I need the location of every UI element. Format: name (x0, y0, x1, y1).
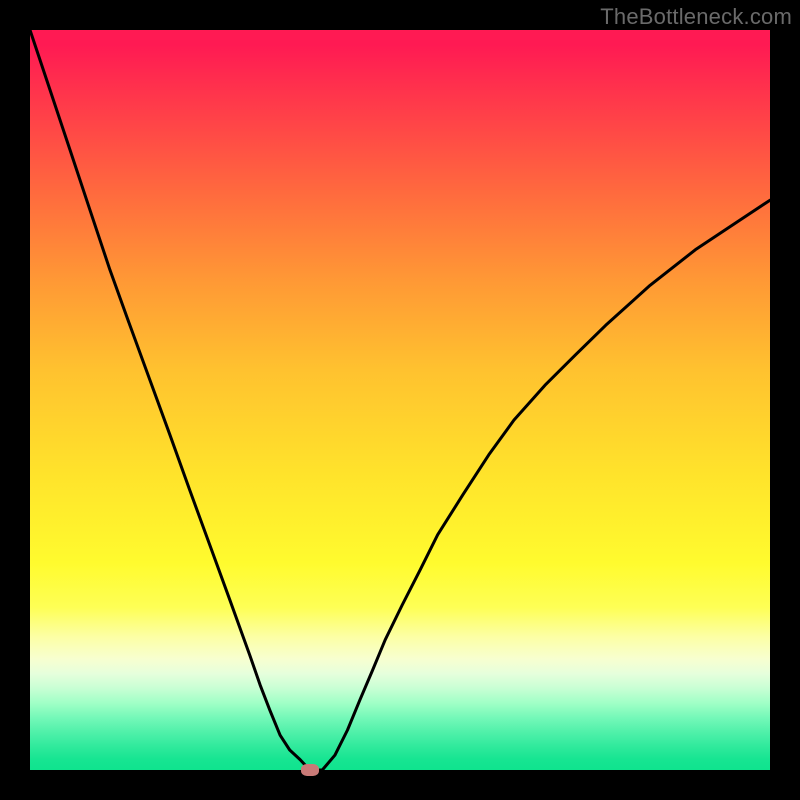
optimal-point-marker (301, 764, 319, 776)
watermark-text: TheBottleneck.com (600, 4, 792, 30)
chart-frame: TheBottleneck.com (0, 0, 800, 800)
bottleneck-curve (30, 30, 770, 770)
plot-area (30, 30, 770, 770)
